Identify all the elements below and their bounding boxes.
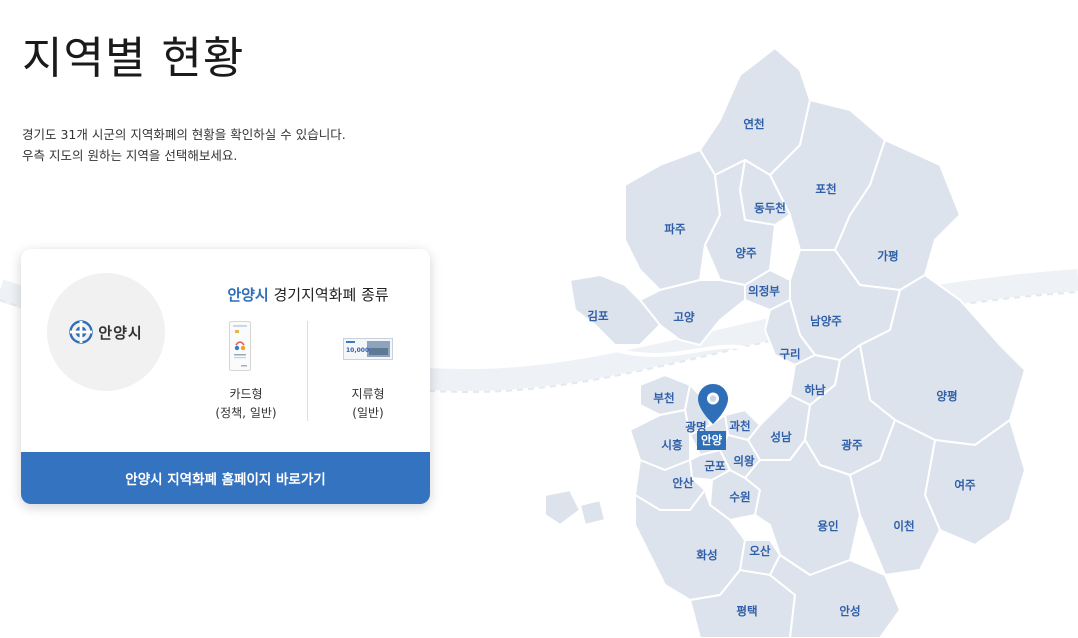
region-guri[interactable]: 구리 (779, 346, 800, 362)
paper-type-sub: (일반) (352, 406, 384, 420)
region-pyeongtaek[interactable]: 평택 (736, 603, 757, 619)
island-2 (579, 499, 606, 526)
city-emblem-icon (69, 320, 93, 344)
region-hwaseong[interactable]: 화성 (696, 547, 717, 563)
region-pocheon[interactable]: 포천 (815, 181, 836, 197)
card-type-option: 카드형 (정책, 일반) (196, 385, 296, 423)
region-paju[interactable]: 파주 (664, 221, 685, 237)
paper-type-option: 지류형 (일반) (318, 385, 418, 423)
island-1 (544, 489, 581, 526)
region-osan[interactable]: 오산 (749, 543, 770, 559)
region-hanam[interactable]: 하남 (804, 382, 825, 398)
region-yongin[interactable]: 용인 (817, 518, 838, 534)
region-yangpyeong[interactable]: 양평 (936, 388, 957, 404)
heading-city: 안양시 (227, 286, 269, 304)
region-yangju[interactable]: 양주 (735, 245, 756, 261)
region-gapyeong[interactable]: 가평 (877, 248, 898, 264)
city-logo-text: 안양시 (98, 323, 143, 342)
region-shape-gimpo[interactable] (569, 274, 661, 346)
heading-rest: 경기지역화폐 종류 (268, 286, 389, 304)
region-uiwang[interactable]: 의왕 (733, 453, 754, 469)
region-namyangju[interactable]: 남양주 (810, 313, 842, 329)
region-suwon[interactable]: 수원 (729, 489, 750, 505)
region-anseong[interactable]: 안성 (839, 603, 860, 619)
city-logo: 안양시 (47, 273, 165, 391)
region-goyang[interactable]: 고양 (673, 309, 694, 325)
card-type-label: 카드형 (229, 387, 263, 401)
han-river (599, 343, 792, 382)
region-uijeongbu[interactable]: 의정부 (748, 283, 780, 299)
region-gwangju[interactable]: 광주 (841, 437, 862, 453)
region-icheon[interactable]: 이천 (893, 518, 914, 534)
selected-region-anyang[interactable]: 안양 (697, 431, 727, 450)
voucher-amount: 10,000 (346, 347, 370, 354)
voucher-type-image: 10,000 (343, 338, 393, 360)
description-line-2: 우측 지도의 원하는 지역을 선택해보세요. (22, 148, 238, 163)
homepage-link-button[interactable]: 안양시 지역화폐 홈페이지 바로가기 (21, 452, 430, 504)
region-gimpo[interactable]: 김포 (587, 308, 608, 324)
card-type-sub: (정책, 일반) (215, 406, 277, 420)
region-yeoju[interactable]: 여주 (954, 477, 975, 493)
region-dongducheon[interactable]: 동두천 (754, 200, 786, 216)
region-shape-paju[interactable] (624, 149, 721, 291)
description-line-1: 경기도 31개 시군의 지역화폐의 현황을 확인하실 수 있습니다. (22, 127, 346, 142)
region-siheung[interactable]: 시흥 (661, 437, 682, 453)
card-type-image (229, 321, 251, 371)
region-info-card: 안양시 안양시 경기지역화폐 종류 카드형 (정책, 일반) 10,000 지류… (21, 249, 430, 504)
page-description: 경기도 31개 시군의 지역화폐의 현황을 확인하실 수 있습니다. 우측 지도… (22, 124, 346, 166)
currency-type-heading: 안양시 경기지역화폐 종류 (223, 284, 393, 305)
region-gunpo[interactable]: 군포 (704, 458, 725, 474)
gyeonggi-map (544, 47, 1026, 638)
region-seongnam[interactable]: 성남 (770, 429, 791, 445)
region-ansan[interactable]: 안산 (672, 475, 693, 491)
paper-type-label: 지류형 (351, 387, 385, 401)
location-pin-icon (698, 384, 728, 424)
page-title: 지역별 현황 (22, 33, 245, 84)
region-yeoncheon[interactable]: 연천 (743, 116, 764, 132)
region-gwacheon[interactable]: 과천 (729, 418, 750, 434)
region-bucheon[interactable]: 부천 (653, 390, 674, 406)
type-divider (307, 321, 308, 421)
